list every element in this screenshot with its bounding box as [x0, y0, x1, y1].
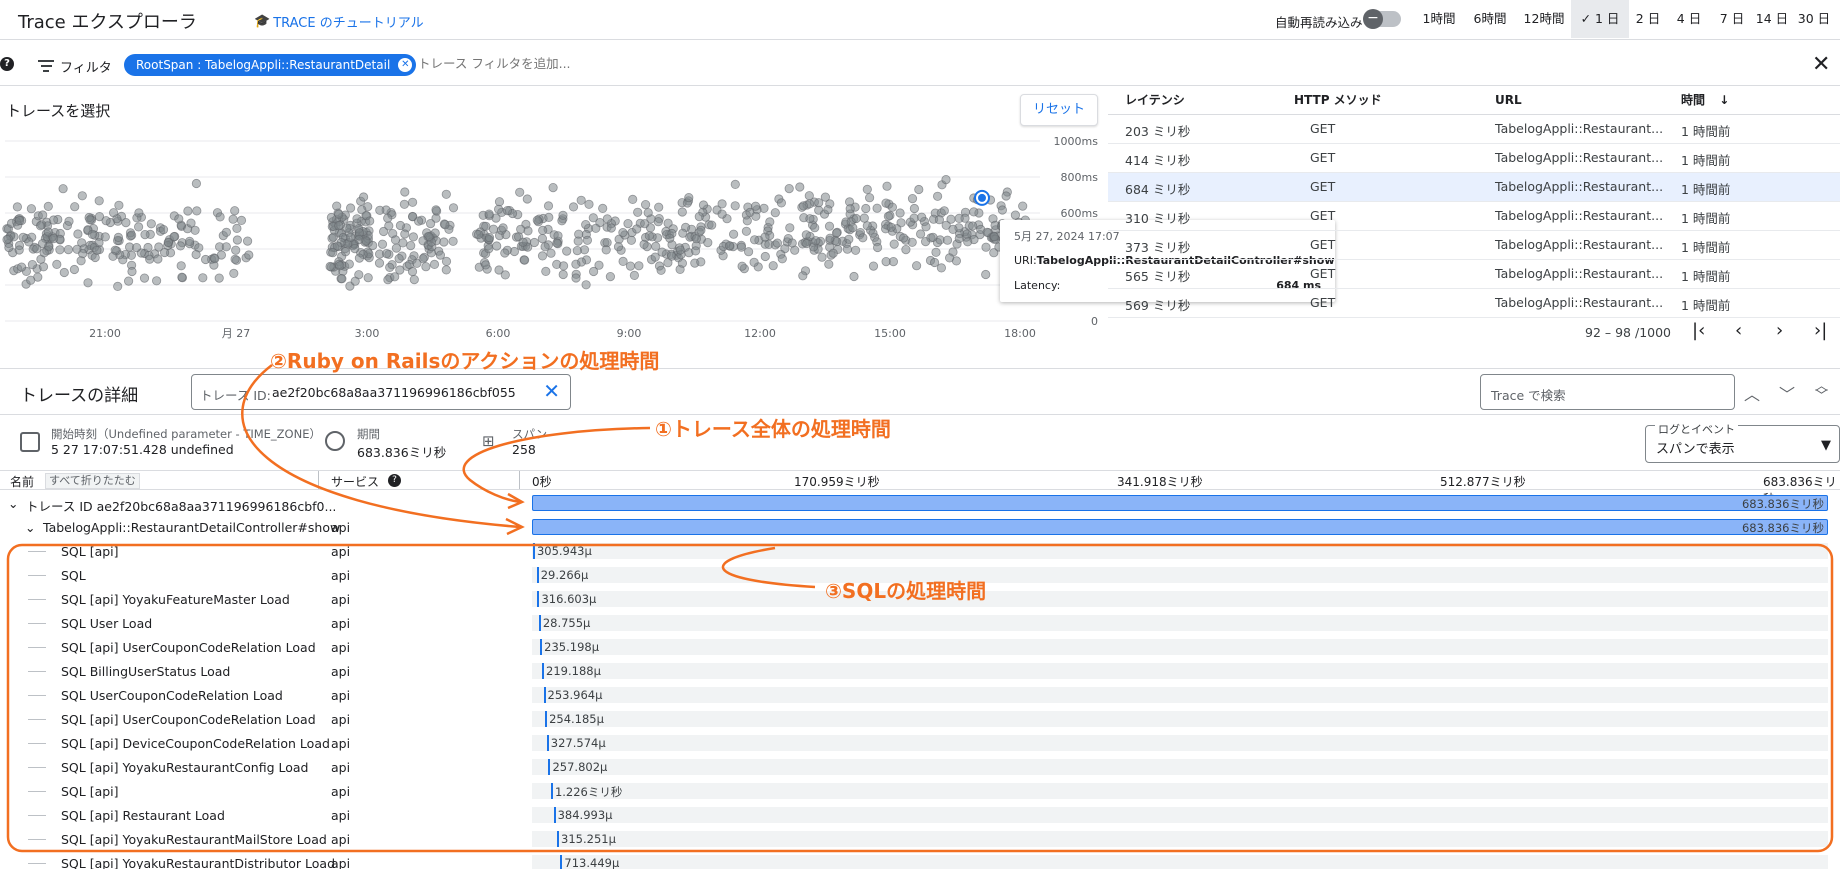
annotation-arrow-2 — [241, 364, 521, 529]
annotation-whole-trace: ①トレース全体の処理時間 — [655, 417, 891, 441]
annotation-arrow-3 — [721, 546, 816, 589]
annotation-rails-action: ②Ruby on Railsのアクションの処理時間 — [270, 349, 660, 373]
annotation-arrow-1 — [462, 426, 651, 504]
annotation-sql: ③SQLの処理時間 — [825, 579, 987, 603]
annotation-overlay — [6, 364, 1834, 853]
